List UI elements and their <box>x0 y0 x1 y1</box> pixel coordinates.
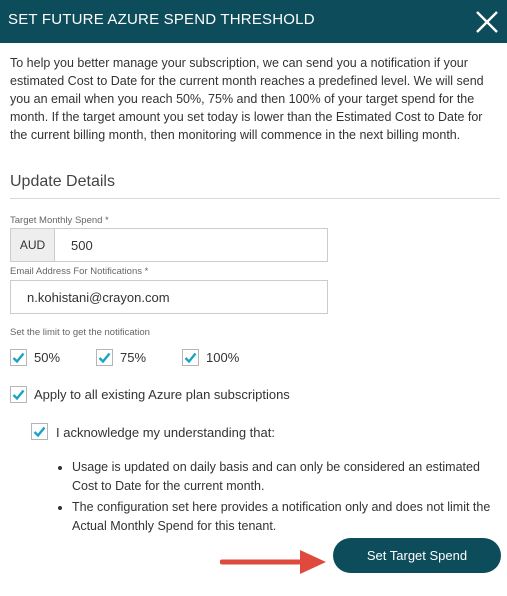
section-title: Update Details <box>10 173 115 190</box>
limit-50-checkbox[interactable] <box>10 349 27 366</box>
limit-75-checkbox[interactable] <box>96 349 113 366</box>
email-input[interactable] <box>10 280 328 314</box>
list-item: Usage is updated on daily basis and can … <box>72 458 492 496</box>
close-button[interactable] <box>473 8 501 36</box>
section-divider <box>10 198 500 199</box>
limit-50-label: 50% <box>34 350 61 365</box>
limit-100-label: 100% <box>206 350 240 365</box>
intro-text: To help you better manage your subscript… <box>10 56 484 142</box>
dialog-header: SET FUTURE AZURE SPEND THRESHOLD <box>0 0 507 43</box>
checkmark-icon <box>184 352 197 364</box>
checkmark-icon <box>12 389 25 401</box>
apply-all-label: Apply to all existing Azure plan subscri… <box>34 387 290 402</box>
acknowledge-checkbox[interactable] <box>31 423 48 440</box>
limit-75-label: 75% <box>120 350 147 365</box>
checkmark-icon <box>12 352 25 364</box>
limit-100-checkbox[interactable] <box>182 349 199 366</box>
email-label: Email Address For Notifications * <box>10 266 149 277</box>
checkmark-icon <box>98 352 111 364</box>
checkmark-icon <box>33 426 46 438</box>
acknowledge-list: Usage is updated on daily basis and can … <box>52 458 492 538</box>
list-item: The configuration set here provides a no… <box>72 498 492 536</box>
acknowledge-label: I acknowledge my understanding that: <box>56 425 275 440</box>
close-icon <box>476 11 498 33</box>
currency-addon: AUD <box>11 229 55 261</box>
limits-label: Set the limit to get the notification <box>10 327 150 338</box>
apply-all-checkbox[interactable] <box>10 386 27 403</box>
spend-threshold-dialog: SET FUTURE AZURE SPEND THRESHOLD To help… <box>0 0 507 596</box>
set-target-spend-button[interactable]: Set Target Spend <box>333 538 501 573</box>
dialog-title: SET FUTURE AZURE SPEND THRESHOLD <box>8 11 315 28</box>
target-spend-group: AUD <box>10 228 328 262</box>
target-spend-label: Target Monthly Spend * <box>10 215 109 226</box>
target-spend-input[interactable] <box>55 229 327 261</box>
red-arrow-icon <box>220 550 326 574</box>
